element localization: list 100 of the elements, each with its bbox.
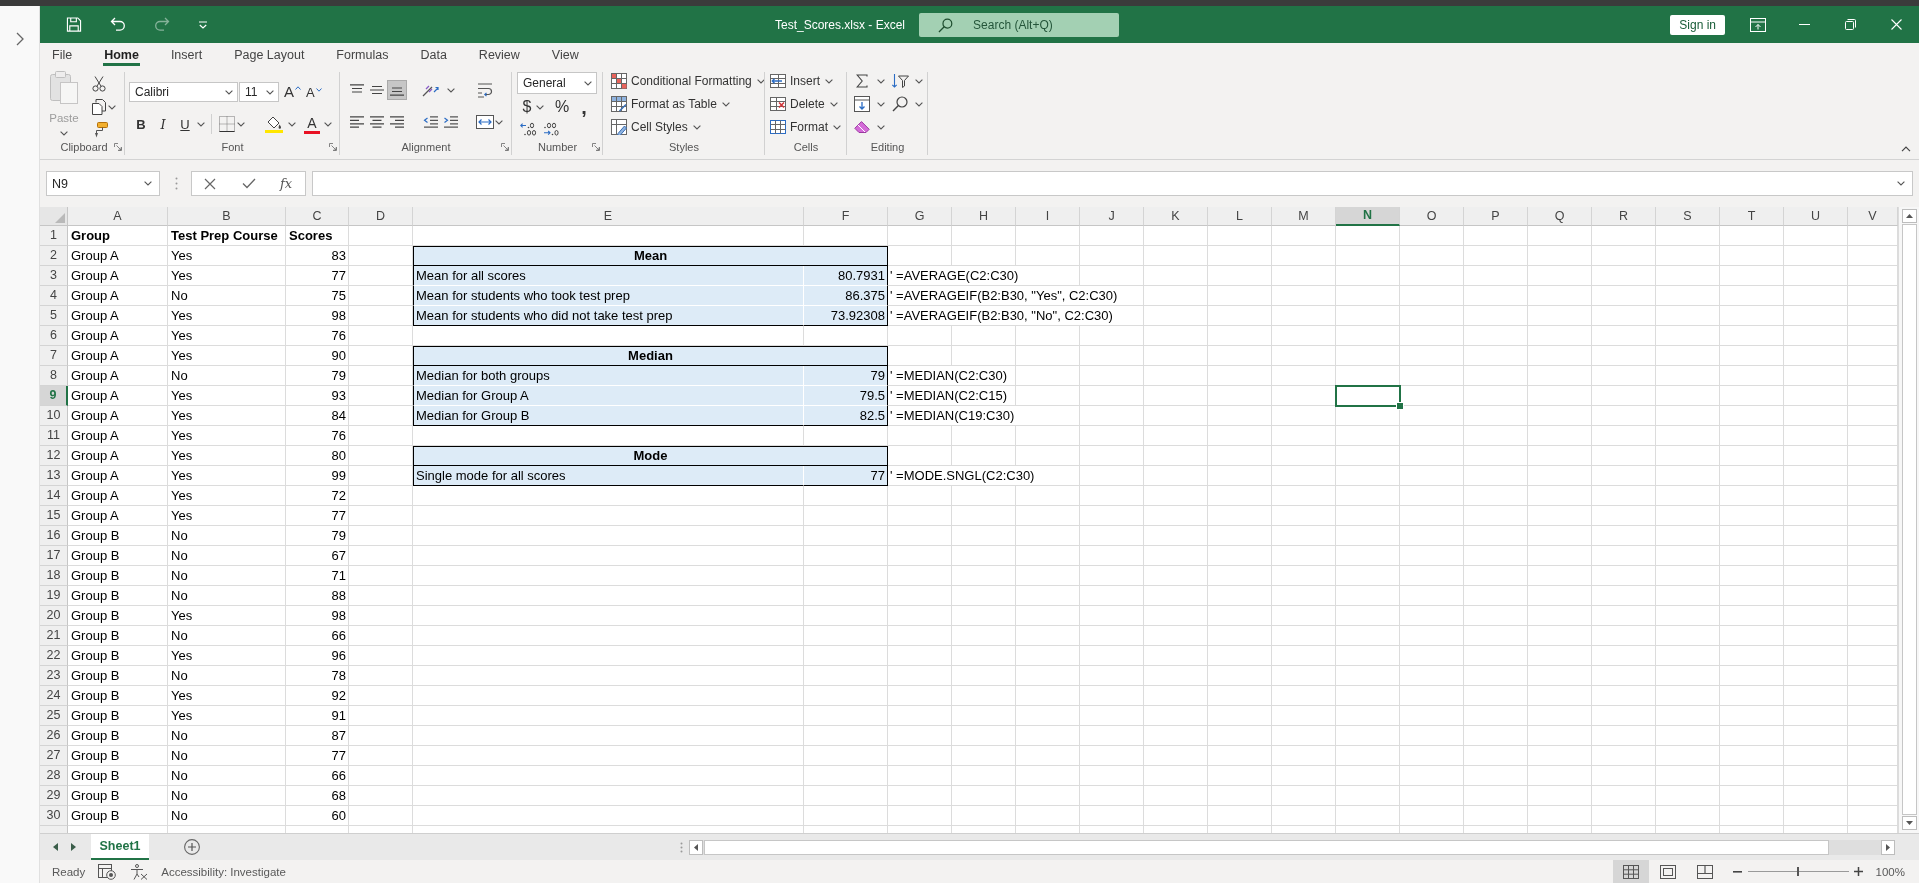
sheet-tab[interactable]: Sheet1 — [91, 834, 149, 860]
grow-font-button[interactable]: A — [284, 82, 301, 102]
column-header[interactable]: T — [1720, 207, 1784, 226]
scrollbar-thumb[interactable] — [1901, 224, 1917, 815]
caret-icon[interactable] — [197, 121, 205, 127]
caret-icon[interactable] — [288, 121, 296, 127]
scroll-right-button[interactable] — [1881, 839, 1895, 855]
ribbon-tab[interactable]: Formulas — [324, 43, 401, 67]
caret-icon[interactable] — [108, 104, 116, 110]
accessibility-icon[interactable] — [130, 863, 149, 880]
shrink-font-button[interactable]: A — [306, 82, 322, 102]
scroll-up-button[interactable] — [1901, 209, 1917, 223]
caret-icon[interactable] — [877, 101, 885, 107]
caret-icon[interactable] — [324, 121, 332, 127]
row-header[interactable]: 19 — [40, 586, 68, 606]
column-header[interactable]: H — [952, 207, 1016, 226]
fill-handle[interactable] — [1396, 402, 1404, 410]
dialog-launcher-icon[interactable] — [114, 143, 122, 151]
grip-icon[interactable] — [680, 841, 683, 853]
align-bottom-button[interactable] — [387, 80, 407, 100]
column-header[interactable]: N — [1336, 207, 1400, 226]
row-header[interactable]: 7 — [40, 346, 68, 366]
scroll-down-button[interactable] — [1901, 816, 1917, 830]
triangle-left-icon[interactable] — [53, 843, 58, 851]
ribbon-tab[interactable]: File — [40, 43, 85, 67]
row-header[interactable]: 1 — [40, 226, 68, 246]
insert-button[interactable]: Insert — [770, 71, 847, 91]
caret-icon[interactable] — [915, 78, 923, 84]
column-header[interactable]: Q — [1528, 207, 1592, 226]
eraser-icon[interactable] — [854, 119, 870, 135]
sheet-record-icon[interactable] — [98, 863, 117, 880]
row-header[interactable]: 16 — [40, 526, 68, 546]
row-header[interactable]: 10 — [40, 406, 68, 426]
row-header[interactable]: 5 — [40, 306, 68, 326]
ribbon-tab[interactable]: Review — [466, 43, 532, 67]
sign-in-button[interactable]: Sign in — [1670, 14, 1725, 35]
close-icon[interactable] — [1890, 19, 1902, 30]
copy-icon[interactable] — [92, 99, 106, 115]
chevron-right-icon[interactable] — [15, 32, 24, 46]
customize-menu-icon[interactable] — [198, 20, 208, 29]
row-header[interactable]: 2 — [40, 246, 68, 266]
ribbon-tab[interactable]: Page Layout — [222, 43, 317, 67]
align-right-icon[interactable] — [389, 116, 405, 128]
column-header[interactable]: F — [804, 207, 888, 226]
scissors-icon[interactable] — [92, 76, 106, 92]
row-header[interactable]: 24 — [40, 686, 68, 706]
caret-icon[interactable] — [877, 124, 885, 130]
row-header[interactable]: 9 — [40, 386, 68, 406]
ribbon-tab[interactable]: Insert — [158, 43, 215, 67]
column-header[interactable]: U — [1784, 207, 1848, 226]
column-header[interactable]: D — [349, 207, 413, 226]
decrease-decimal-icon[interactable] — [542, 122, 560, 136]
number-format-dropdown[interactable]: General — [517, 72, 597, 94]
row-header[interactable]: 6 — [40, 326, 68, 346]
paint-bucket-icon[interactable] — [265, 115, 283, 133]
zoom-slider-thumb[interactable] — [1797, 867, 1800, 876]
check-icon[interactable] — [242, 178, 256, 189]
font-name-dropdown[interactable]: Calibri — [129, 82, 238, 102]
row-header[interactable]: 30 — [40, 806, 68, 826]
row-header[interactable]: 12 — [40, 446, 68, 466]
column-header[interactable]: P — [1464, 207, 1528, 226]
row-header[interactable]: 13 — [40, 466, 68, 486]
row-header[interactable]: 29 — [40, 786, 68, 806]
align-center-icon[interactable] — [369, 116, 385, 128]
column-header[interactable]: B — [168, 207, 286, 226]
bold-button[interactable]: B — [131, 114, 151, 134]
conditional-formatting-button[interactable]: Conditional Formatting — [611, 71, 765, 91]
italic-button[interactable]: I — [153, 114, 173, 134]
caret-icon[interactable] — [915, 101, 923, 107]
merge-cells-icon[interactable] — [476, 114, 494, 130]
increase-indent-icon[interactable] — [443, 116, 459, 128]
increase-decimal-icon[interactable] — [520, 122, 538, 136]
row-header[interactable]: 23 — [40, 666, 68, 686]
dialog-launcher-icon[interactable] — [592, 143, 600, 151]
column-header[interactable]: G — [888, 207, 952, 226]
row-header[interactable]: 21 — [40, 626, 68, 646]
decrease-indent-icon[interactable] — [423, 116, 439, 128]
column-header[interactable]: M — [1272, 207, 1336, 226]
zoom-level[interactable]: 100% — [1875, 865, 1905, 878]
caret-icon[interactable] — [237, 121, 245, 127]
row-header[interactable]: 3 — [40, 266, 68, 286]
minimize-icon[interactable] — [1798, 24, 1810, 25]
column-header[interactable]: R — [1592, 207, 1656, 226]
font-color-button[interactable]: A — [304, 114, 320, 134]
ribbon-tab[interactable]: Data — [408, 43, 459, 67]
row-header[interactable]: 22 — [40, 646, 68, 666]
column-header[interactable]: K — [1144, 207, 1208, 226]
row-header[interactable]: 26 — [40, 726, 68, 746]
restore-icon[interactable] — [1844, 19, 1856, 30]
cancel-icon[interactable] — [204, 177, 216, 190]
align-left-icon[interactable] — [349, 116, 365, 128]
zoom-out-icon[interactable] — [1732, 870, 1742, 873]
column-header[interactable]: I — [1016, 207, 1080, 226]
caret-icon[interactable] — [877, 78, 885, 84]
paintbrush-icon[interactable] — [92, 122, 108, 138]
column-header[interactable]: O — [1400, 207, 1464, 226]
row-header[interactable]: 15 — [40, 506, 68, 526]
row-header[interactable]: 11 — [40, 426, 68, 446]
row-header[interactable]: 20 — [40, 606, 68, 626]
caret-icon[interactable] — [1897, 181, 1905, 186]
